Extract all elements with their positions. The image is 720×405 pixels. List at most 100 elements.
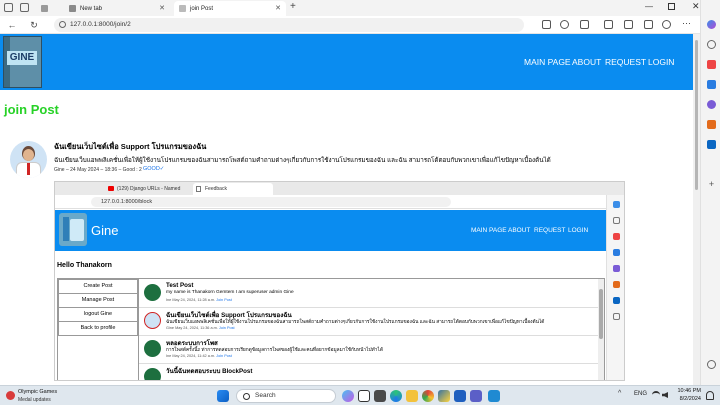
logo-label: GINE	[7, 51, 37, 65]
screenshot-post-list: Test Post my name is Thanakorn Gemtem I …	[138, 279, 604, 380]
widgets-button[interactable]: Olympic Games Medal updates	[4, 388, 84, 404]
shopping-icon[interactable]	[707, 80, 716, 89]
edge-icon[interactable]	[390, 390, 402, 402]
screenshot-post-item: หลอดระบบการโพส การโพสต์ครั้งนี้2 ท่าการท…	[139, 336, 599, 364]
widget-title: Olympic Games	[18, 389, 58, 395]
screenshot-post-meta: Gine May 24, 2024, 11:36 a.m. Join Post	[166, 326, 235, 330]
screenshot-brand: Gine	[91, 223, 119, 238]
good-button[interactable]: GOOD✓	[143, 166, 164, 172]
copilot-taskbar-icon[interactable]	[342, 390, 354, 402]
screenshot-logout: logout Gine	[58, 307, 138, 322]
sidebar-settings-icon[interactable]	[707, 360, 716, 369]
url-text: 127.0.0.1:8000/join/2	[70, 21, 131, 28]
screenshot-post-body: ฉันเขียนเว็บแอพพลิเคชั่นเพื่อให้ผู้ใช้งา…	[166, 320, 545, 325]
wifi-icon[interactable]	[652, 391, 660, 399]
menu-request[interactable]: REQUEST	[605, 57, 646, 67]
back-icon[interactable]: ←	[6, 19, 18, 31]
star-icon[interactable]	[580, 20, 589, 29]
copilot-icon	[613, 201, 620, 208]
screenshot-create-post: Create Post	[58, 279, 138, 294]
profile-icon[interactable]	[662, 20, 671, 29]
screenshot-post-date: Ine May 24, 2024, 11:28 a.m.	[166, 298, 216, 302]
screenshot-post-item: วันนี้ฉันทดสอบระบบ BlockPost	[139, 364, 599, 380]
address-bar[interactable]: 127.0.0.1:8000/join/2	[54, 18, 524, 32]
avatar-face	[23, 149, 34, 161]
tab-join-post[interactable]: join Post ✕	[174, 1, 286, 16]
tab-new-tab[interactable]: New tab ✕	[64, 1, 170, 16]
clock-time[interactable]: 10:46 PM	[677, 388, 701, 394]
screenshot-menu-about: ABOUT	[508, 227, 531, 234]
screenshot-address-toolbar: 127.0.0.1:8000/block	[55, 195, 624, 209]
start-windows-icon[interactable]	[217, 390, 229, 402]
screenshot-tab-django: (129) Django URLs - Named URL...	[105, 183, 189, 204]
copilot-icon[interactable]	[707, 20, 716, 29]
youtube-icon	[108, 186, 114, 191]
screenshot-menu-request: REQUEST	[534, 227, 566, 234]
split-screen-icon[interactable]	[604, 20, 613, 29]
notifications-icon[interactable]	[706, 391, 714, 400]
extensions-icon[interactable]	[644, 20, 653, 29]
screenshot-post-item: Test Post my name is Thanakorn Gemtem I …	[139, 280, 599, 308]
window-menu-icon[interactable]	[4, 3, 13, 12]
tray-overflow-icon[interactable]: ^	[618, 390, 621, 397]
volume-icon[interactable]	[662, 392, 668, 398]
vscode-icon[interactable]	[488, 390, 500, 402]
tab-blank[interactable]	[36, 1, 60, 16]
tab-label: New tab	[80, 5, 103, 12]
favorites-icon[interactable]	[560, 20, 569, 29]
maximize-button[interactable]	[668, 3, 675, 10]
screenshot-greeting: Hello Thanakorn	[57, 262, 112, 269]
games-icon[interactable]	[707, 100, 716, 109]
language-indicator[interactable]: ENG	[634, 391, 647, 397]
shopping-icon	[613, 249, 620, 256]
read-aloud-icon[interactable]	[542, 20, 551, 29]
widget-subtitle: Medal updates	[18, 397, 51, 403]
minimize-button[interactable]: —	[645, 2, 653, 11]
screenshot-post-title: วันนี้ฉันทดสอบระบบ BlockPost	[166, 368, 253, 375]
refresh-icon[interactable]: ↻	[28, 19, 40, 31]
page-title: join Post	[4, 102, 59, 117]
close-tab-icon[interactable]: ✕	[275, 4, 281, 12]
close-tab-icon[interactable]: ✕	[159, 4, 165, 12]
screenshot-join-link: Join Post	[216, 354, 232, 358]
search-placeholder: Search	[255, 392, 276, 399]
site-logo[interactable]: GINE	[3, 36, 42, 88]
gine-logo-avatar	[144, 340, 161, 357]
games-icon	[613, 265, 620, 272]
widgets-app-icon[interactable]	[374, 390, 386, 402]
site-header: MAIN PAGE ABOUT REQUEST LOGIN	[0, 34, 693, 90]
search-icon[interactable]	[707, 40, 716, 49]
screenshot-manage-post: Manage Post	[58, 293, 138, 308]
tab-actions-icon[interactable]	[20, 3, 29, 12]
task-view-icon[interactable]	[358, 390, 370, 402]
post-meta: Gine – 24 May 2024 – 18:36 – Good : 2	[54, 167, 142, 173]
collections-icon[interactable]	[624, 20, 633, 29]
taskbar-search[interactable]: Search	[236, 389, 336, 403]
outlook-icon[interactable]	[707, 140, 716, 149]
screenshot-dashboard-panel: Create Post Manage Post logout Gine Back…	[57, 278, 605, 380]
post-body: ฉันเขียนเว็บแอพพลิเคชั่นเพื่อให้ผู้ใช้งา…	[54, 157, 551, 164]
close-window-button[interactable]: ✕	[692, 1, 700, 12]
tools-icon[interactable]	[707, 60, 716, 69]
menu-login[interactable]: LOGIN	[648, 57, 674, 67]
new-tab-button[interactable]: +	[290, 1, 296, 12]
post-title: ฉันเขียนเว็บไซต์เพื่อ Support โปรแกรมของ…	[54, 142, 207, 151]
search-icon	[613, 217, 620, 224]
menu-about[interactable]: ABOUT	[572, 57, 601, 67]
page-scrollbar-thumb[interactable]	[695, 40, 698, 190]
more-options-icon[interactable]: ⋯	[682, 18, 691, 29]
screenshot-post-item: ฉันเขียนเว็บไซต์เพื่อ Support โปรแกรมของ…	[139, 308, 599, 336]
store-icon[interactable]	[454, 390, 466, 402]
file-explorer-icon[interactable]	[406, 390, 418, 402]
python-icon[interactable]	[438, 390, 450, 402]
office-icon[interactable]	[707, 120, 716, 129]
chrome-icon[interactable]	[422, 390, 434, 402]
page-scrollbar[interactable]	[693, 34, 700, 385]
info-icon[interactable]	[59, 21, 66, 28]
add-icon[interactable]: +	[707, 180, 716, 189]
screenshot-post-title: Test Post	[166, 282, 194, 289]
outlook-icon	[613, 297, 620, 304]
menu-main-page[interactable]: MAIN PAGE	[524, 57, 571, 67]
clock-date[interactable]: 8/2/2024	[677, 396, 701, 402]
teams-icon[interactable]	[470, 390, 482, 402]
